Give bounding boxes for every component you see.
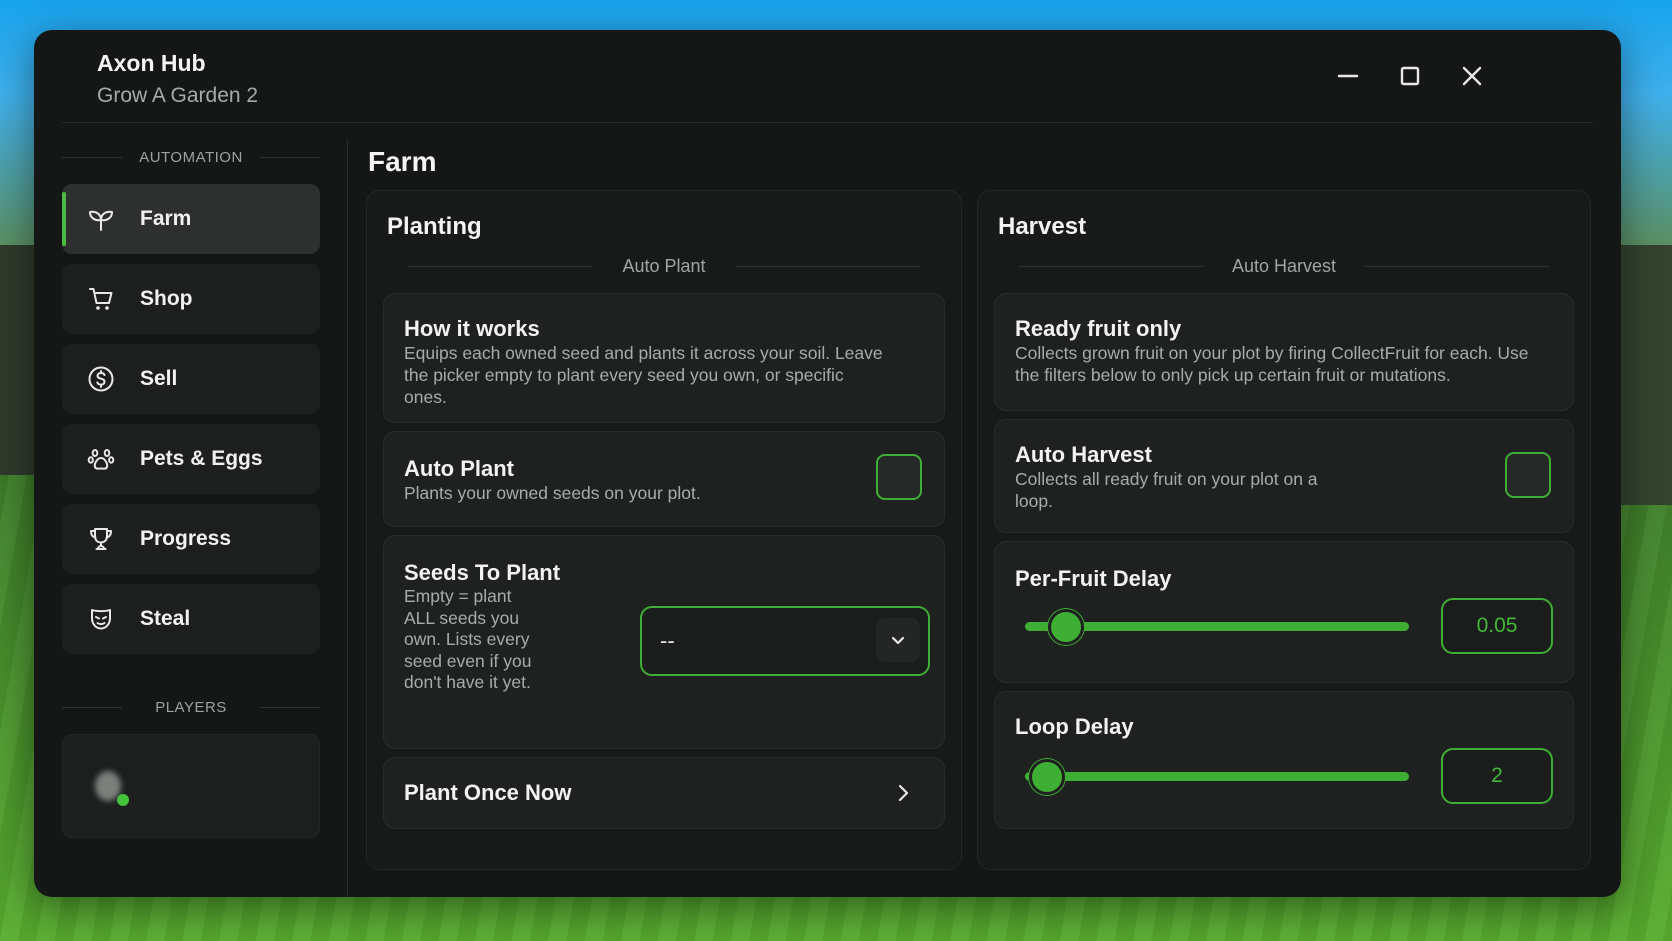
panel-title: Planting <box>387 213 482 240</box>
card-title: Seeds To Plant <box>404 560 561 585</box>
slider-handle[interactable] <box>1048 609 1085 645</box>
per-fruit-delay-row: Per-Fruit Delay 0.05 <box>994 541 1574 683</box>
dropdown-value: -- <box>660 628 675 653</box>
info-card-ready-fruit: Ready fruit only Collects grown fruit on… <box>994 293 1574 411</box>
minimize-icon <box>1337 74 1359 78</box>
title-divider <box>62 122 1593 123</box>
maximize-button[interactable] <box>1392 58 1428 94</box>
dollar-icon <box>86 364 116 394</box>
auto-harvest-toggle[interactable] <box>1505 452 1551 498</box>
card-title: How it works <box>404 316 540 341</box>
per-fruit-delay-slider[interactable] <box>1025 609 1409 645</box>
section-label-automation: AUTOMATION <box>62 140 320 174</box>
card-title: Loop Delay <box>1015 714 1134 739</box>
card-title: Per-Fruit Delay <box>1015 566 1172 591</box>
background-wall <box>1617 245 1672 505</box>
close-button[interactable] <box>1454 58 1490 94</box>
info-card-how-it-works: How it works Equips each owned seed and … <box>383 293 945 423</box>
section-label-players: PLAYERS <box>62 690 320 724</box>
sidebar-item-progress[interactable]: Progress <box>62 504 320 574</box>
sidebar: AUTOMATION Farm Shop Sell Pets & Eggs Pr… <box>62 140 320 838</box>
app-title: Axon Hub <box>97 50 206 76</box>
slider-handle[interactable] <box>1029 759 1066 795</box>
sidebar-item-sell[interactable]: Sell <box>62 344 320 414</box>
sidebar-divider <box>347 140 348 897</box>
loop-delay-value[interactable]: 2 <box>1441 748 1553 804</box>
harvest-panel: Harvest Auto Harvest Ready fruit only Co… <box>977 190 1591 870</box>
player-card[interactable] <box>62 734 320 838</box>
sidebar-item-steal[interactable]: Steal <box>62 584 320 654</box>
button-label: Plant Once Now <box>404 780 572 805</box>
trophy-icon <box>86 524 116 554</box>
mask-icon <box>86 604 116 634</box>
sidebar-item-shop[interactable]: Shop <box>62 264 320 334</box>
page-title: Farm <box>368 146 437 177</box>
subsection-label: Auto Plant <box>367 251 961 281</box>
subsection-label: Auto Harvest <box>978 251 1590 281</box>
paw-icon <box>86 444 116 474</box>
hub-window: Axon Hub Grow A Garden 2 AUTOMATION Farm… <box>34 30 1621 897</box>
titlebar[interactable]: Axon Hub Grow A Garden 2 <box>34 30 1621 123</box>
sidebar-item-farm[interactable]: Farm <box>62 184 320 254</box>
sidebar-item-label: Steal <box>140 607 191 630</box>
close-icon <box>1462 66 1482 86</box>
online-status-dot <box>117 794 129 806</box>
auto-plant-toggle[interactable] <box>876 454 922 500</box>
card-description: Collects all ready fruit on your plot on… <box>1015 469 1318 511</box>
card-description: Equips each owned seed and plants it acr… <box>404 343 883 407</box>
sidebar-item-pets-eggs[interactable]: Pets & Eggs <box>62 424 320 494</box>
loop-delay-slider[interactable] <box>1025 759 1409 795</box>
card-title: Ready fruit only <box>1015 316 1182 341</box>
auto-plant-row: Auto Plant Plants your owned seeds on yo… <box>383 431 945 527</box>
card-description: Empty = plant ALL seeds you own. Lists e… <box>404 586 532 692</box>
sidebar-item-label: Progress <box>140 527 232 550</box>
card-title: Auto Plant <box>404 456 514 481</box>
app-subtitle: Grow A Garden 2 <box>97 84 259 107</box>
card-description: Collects grown fruit on your plot by fir… <box>1015 343 1529 385</box>
chevron-right-icon <box>898 784 909 802</box>
card-description: Plants your owned seeds on your plot. <box>404 483 701 503</box>
seeds-to-plant-row: Seeds To Plant Empty = plant ALL seeds y… <box>383 535 945 749</box>
sidebar-item-label: Sell <box>140 367 178 390</box>
sidebar-item-label: Farm <box>140 207 192 230</box>
per-fruit-delay-value[interactable]: 0.05 <box>1441 598 1553 654</box>
maximize-icon <box>1400 66 1420 86</box>
auto-harvest-row: Auto Harvest Collects all ready fruit on… <box>994 419 1574 533</box>
sprout-icon <box>86 204 116 234</box>
loop-delay-row: Loop Delay 2 <box>994 691 1574 829</box>
seeds-dropdown[interactable]: -- <box>640 606 930 676</box>
chevron-down-icon <box>876 618 920 662</box>
sidebar-item-label: Pets & Eggs <box>140 447 263 470</box>
panel-title: Harvest <box>998 213 1087 240</box>
sidebar-item-label: Shop <box>140 287 193 310</box>
minimize-button[interactable] <box>1330 58 1366 94</box>
card-title: Auto Harvest <box>1015 442 1152 467</box>
planting-panel: Planting Auto Plant How it works Equips … <box>366 190 962 870</box>
cart-icon <box>86 284 116 314</box>
plant-once-now-button[interactable]: Plant Once Now <box>383 757 945 829</box>
